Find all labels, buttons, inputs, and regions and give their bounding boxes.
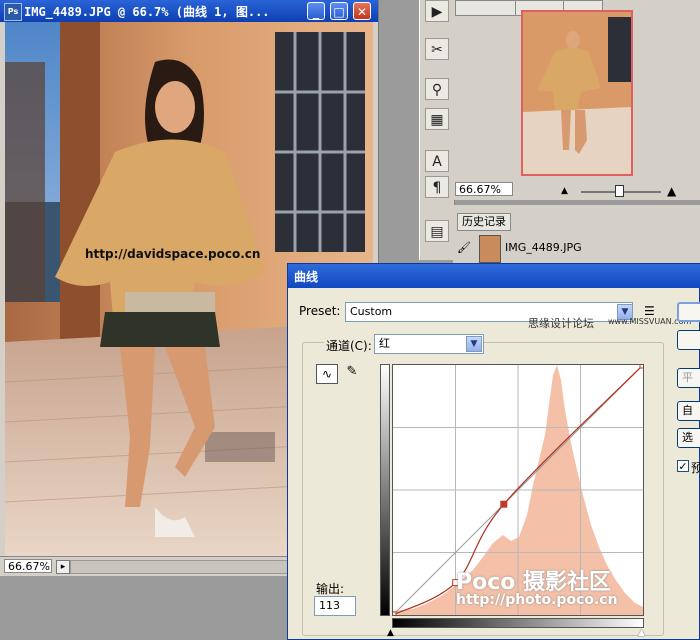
- input-gradient-bar: [392, 618, 644, 628]
- options-button[interactable]: 选: [677, 428, 700, 448]
- channel-dropdown-arrow[interactable]: ▼: [466, 336, 482, 352]
- notes-icon[interactable]: ▤: [425, 220, 449, 242]
- preset-label: Preset:: [299, 304, 341, 318]
- preset-value: Custom: [350, 305, 393, 318]
- zoom-field[interactable]: 66.67%: [4, 559, 52, 573]
- curves-title: 曲线: [294, 270, 319, 284]
- maximize-button[interactable]: □: [330, 2, 348, 20]
- output-gradient-bar: [380, 364, 390, 616]
- close-button[interactable]: ✕: [353, 2, 371, 20]
- poco-url-watermark: http://photo.poco.cn: [456, 592, 618, 608]
- preview-label: 预: [691, 461, 700, 475]
- tab-history[interactable]: 历史记录: [457, 213, 511, 231]
- paragraph-icon[interactable]: ¶: [425, 176, 449, 198]
- forum-watermark: 思缘设计论坛: [528, 317, 594, 330]
- auto-button[interactable]: 自: [677, 401, 700, 421]
- navigator-zoom-field[interactable]: 66.67%: [455, 182, 513, 196]
- output-label: 输出:: [316, 582, 345, 596]
- ok-button[interactable]: [677, 302, 700, 322]
- stamp-icon[interactable]: ▦: [425, 108, 449, 130]
- cancel-button[interactable]: [677, 330, 700, 350]
- document-titlebar[interactable]: Ps IMG_4489.JPG @ 66.7% (曲线 1, 图... _ □ …: [0, 0, 378, 22]
- pencil-icon[interactable]: ✎: [342, 364, 362, 384]
- zoom-slider-thumb[interactable]: [615, 185, 624, 197]
- curve-control-point[interactable]: [389, 611, 397, 619]
- history-thumbnail: [479, 235, 501, 263]
- curves-titlebar[interactable]: 曲线: [288, 264, 700, 288]
- panel-tool-strip: ▶ ✂ ⚲ ▦ A ¶ ▤: [419, 0, 455, 260]
- curve-control-point[interactable]: [500, 500, 508, 508]
- white-point-slider[interactable]: ▲: [638, 628, 645, 638]
- channel-value: 红: [379, 337, 390, 350]
- output-field[interactable]: 113: [314, 596, 356, 616]
- zoom-in-icon[interactable]: ▲: [667, 184, 676, 198]
- tools-icon[interactable]: ✂: [425, 38, 449, 60]
- preview-checkbox[interactable]: ✓: [677, 460, 689, 472]
- clone-source-icon[interactable]: ⚲: [425, 78, 449, 100]
- preset-options-icon[interactable]: ☰: [644, 304, 655, 318]
- navigator-thumbnail-image: [523, 12, 631, 174]
- photoshop-icon: Ps: [4, 3, 22, 21]
- history-panel: 历史记录 🖌 IMG_4489.JPG: [453, 205, 700, 265]
- smooth-button[interactable]: 平: [677, 368, 700, 388]
- curve-control-point[interactable]: [639, 361, 647, 369]
- black-point-slider[interactable]: ▲: [387, 628, 394, 638]
- actions-icon[interactable]: ▶: [425, 0, 449, 22]
- curve-edit-icon[interactable]: ∿: [316, 364, 338, 384]
- status-menu-icon[interactable]: ▸: [56, 560, 70, 574]
- history-item-label[interactable]: IMG_4489.JPG: [505, 241, 582, 254]
- minimize-button[interactable]: _: [307, 2, 325, 20]
- document-title: IMG_4489.JPG @ 66.7% (曲线 1, 图...: [24, 5, 270, 19]
- channel-label: 通道(C):: [324, 337, 374, 354]
- navigator-panel: 66.67% ▲ ▲: [453, 0, 700, 200]
- photo-watermark: http://davidspace.poco.cn: [85, 247, 260, 261]
- character-icon[interactable]: A: [425, 150, 449, 172]
- navigator-thumbnail[interactable]: [521, 10, 633, 176]
- tab-navigator[interactable]: [455, 0, 517, 16]
- curves-dialog: 曲线 Preset: Custom ▼ ☰ 思缘设计论坛 www.MISSVUA…: [287, 263, 700, 640]
- snapshot-brush-icon[interactable]: 🖌: [457, 241, 471, 255]
- zoom-out-icon[interactable]: ▲: [561, 186, 568, 196]
